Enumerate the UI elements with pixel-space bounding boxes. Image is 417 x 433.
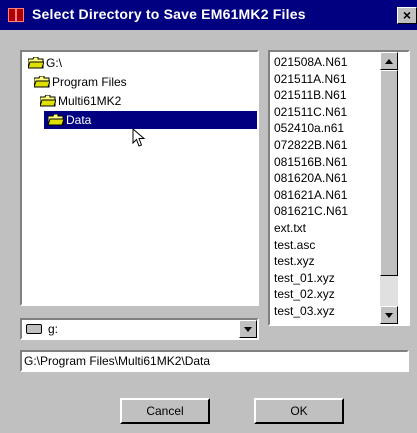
file-list-item[interactable]: test_03.xyz <box>274 303 335 319</box>
file-list-item[interactable]: ext.txt <box>274 220 306 236</box>
path-field[interactable]: G:\Program Files\Multi61MK2\Data <box>20 350 409 372</box>
file-list-item[interactable]: 081621A.N61 <box>274 187 347 203</box>
title-bar[interactable]: Select Directory to Save EM61MK2 Files × <box>0 0 417 30</box>
dir-item-label: G:\ <box>46 56 63 70</box>
dir-item-label: Data <box>66 113 92 127</box>
close-button[interactable]: × <box>397 7 417 24</box>
arrow-up-icon <box>385 59 393 64</box>
arrow-down-icon <box>385 313 393 318</box>
cancel-button[interactable]: Cancel <box>120 398 210 424</box>
drive-icon <box>26 324 42 334</box>
file-list-item[interactable]: 081621C.N61 <box>274 203 348 219</box>
scroll-thumb[interactable] <box>380 70 398 276</box>
file-list-item[interactable]: 081620A.N61 <box>274 170 347 186</box>
file-list-item[interactable]: test.asc <box>274 237 315 253</box>
scroll-down-button[interactable] <box>380 306 398 324</box>
dir-item-label: Program Files <box>52 75 127 89</box>
file-list-item[interactable]: 021508A.N61 <box>274 54 347 70</box>
file-list-item[interactable]: test_01.xyz <box>274 270 335 286</box>
mouse-cursor-icon <box>132 128 146 147</box>
file-list-scrollbar[interactable] <box>380 52 398 324</box>
scroll-up-button[interactable] <box>380 52 398 70</box>
file-list-item[interactable]: test_02.xyz <box>274 286 335 302</box>
dir-item-data[interactable]: Data <box>44 111 257 129</box>
folder-open-icon <box>48 114 64 126</box>
app-icon <box>8 8 24 22</box>
file-list-item[interactable]: 052410a.n61 <box>274 120 344 136</box>
drive-dropdown-button[interactable] <box>239 320 257 338</box>
folder-open-icon <box>40 95 56 107</box>
file-list[interactable]: 021508A.N61 021511A.N61 021511B.N61 021511C… <box>268 50 410 326</box>
chevron-down-icon <box>244 327 252 332</box>
folder-open-icon <box>34 76 50 88</box>
folder-open-icon <box>28 57 44 69</box>
dir-item-multi61mk2[interactable]: Multi61MK2 <box>40 92 121 110</box>
dir-item-label: Multi61MK2 <box>58 94 122 108</box>
dir-item-program-files[interactable]: Program Files <box>34 73 127 91</box>
dir-item-root[interactable]: G:\ <box>28 54 62 72</box>
file-list-item[interactable]: 081516B.N61 <box>274 154 347 170</box>
file-list-item[interactable]: 021511A.N61 <box>274 71 347 87</box>
drive-label: g: <box>48 322 59 336</box>
window-title: Select Directory to Save EM61MK2 Files <box>32 6 306 22</box>
file-list-item[interactable]: 021511B.N61 <box>274 87 347 103</box>
directory-tree[interactable]: G:\ Program Files Multi61MK2 Data <box>20 50 259 306</box>
file-list-item[interactable]: test.xyz <box>274 253 315 269</box>
drive-select[interactable]: g: <box>20 318 259 340</box>
file-list-item[interactable]: 072822B.N61 <box>274 137 347 153</box>
ok-button[interactable]: OK <box>254 398 344 424</box>
file-list-item[interactable]: 021511C.N61 <box>274 104 347 120</box>
